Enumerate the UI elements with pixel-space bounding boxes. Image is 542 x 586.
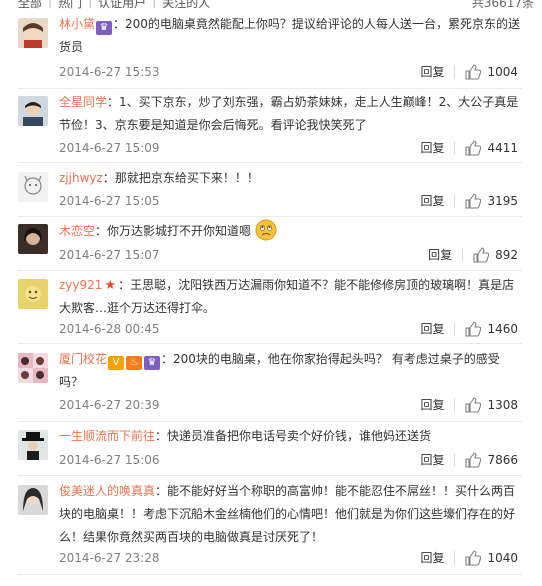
comment-username[interactable]: 厦门校花 xyxy=(59,352,107,366)
comment-timestamp: 2014-6-27 23:28 xyxy=(59,551,160,565)
comment-item: 厦门校花 V ♨ ♛ ：200块的电脑桌，他在你家抬得起头吗？ 有考虑过桌子的感受吗？ … xyxy=(0,352,542,423)
reply-button[interactable]: 回复 xyxy=(420,192,444,210)
comment-timestamp: 2014-6-27 15:09 xyxy=(59,141,160,155)
divider xyxy=(18,162,522,163)
tab-verified[interactable]: 认证用户 xyxy=(98,0,146,10)
tab-all[interactable]: 全部 xyxy=(18,0,42,10)
comment-filter-bar: 全部 | 热门 | 认证用户 | 关注的人 共36617条 xyxy=(0,0,542,10)
divider xyxy=(18,574,522,575)
like-count: 892 xyxy=(495,248,518,262)
reply-button[interactable]: 回复 xyxy=(420,139,444,157)
comment-timestamp: 2014-6-28 00:45 xyxy=(59,322,160,336)
comment-item: 俊美迷人的唤真真：能不能好好当个称职的高富帅！能不能忍住不屌丝！！买什么两百块的… xyxy=(0,484,542,575)
like-count: 1040 xyxy=(487,551,518,565)
divider xyxy=(18,343,522,344)
thumbs-up-icon[interactable] xyxy=(465,452,482,468)
comment-total-count: 共36617条 xyxy=(471,0,534,10)
v-badge-icon: V xyxy=(108,356,125,370)
divider xyxy=(18,216,522,217)
comment-text: 快递员准备把你电话号卖个好价钱，谁他妈还送货 xyxy=(167,429,432,443)
comment-timestamp: 2014-6-27 15:05 xyxy=(59,194,160,208)
like-count: 4411 xyxy=(487,141,518,155)
comment-username[interactable]: zyy921 xyxy=(59,278,102,292)
comment-text: 1、买下京东，炒了刘东强，霸占奶茶妹妹，走上人生巅峰！2、大公子真是节俭！3、京… xyxy=(59,95,519,132)
comment-text: 200的电脑桌竟然能配上你吗？提议给评论的人每人送一台，累死京东的送货员 xyxy=(59,17,520,54)
like-count: 1004 xyxy=(487,65,518,79)
star-icon: ★ xyxy=(104,278,117,293)
comment-username[interactable]: 林小黛 xyxy=(59,17,95,31)
tab-following[interactable]: 关注的人 xyxy=(162,0,210,10)
avatar[interactable] xyxy=(18,485,48,515)
like-count: 1460 xyxy=(487,322,518,336)
comment-timestamp: 2014-6-27 15:06 xyxy=(59,453,160,467)
avatar[interactable] xyxy=(18,172,48,202)
avatar[interactable] xyxy=(18,353,48,383)
avatar[interactable] xyxy=(18,279,48,309)
face-emoji-icon xyxy=(255,219,277,241)
avatar[interactable] xyxy=(18,18,48,48)
comment-item: 林小黛 ♛ ：200的电脑桌竟然能配上你吗？提议给评论的人每人送一台，累死京东的送货… xyxy=(0,17,542,89)
comment-item: zjjhwyz：那就把京东给买下来！！！ 2014-6-27 15:05 回复 … xyxy=(0,171,542,217)
thumbs-up-icon[interactable] xyxy=(465,321,482,337)
flame-badge-icon: ♨ xyxy=(126,356,143,370)
comment-username[interactable]: 木恋空 xyxy=(59,224,95,238)
thumbs-up-icon[interactable] xyxy=(473,247,490,263)
divider xyxy=(18,475,522,476)
reply-button[interactable]: 回复 xyxy=(428,246,452,264)
divider xyxy=(18,270,522,271)
comment-timestamp: 2014-6-27 15:53 xyxy=(59,65,160,79)
avatar[interactable] xyxy=(18,96,48,126)
thumbs-up-icon[interactable] xyxy=(465,550,482,566)
reply-button[interactable]: 回复 xyxy=(420,320,444,338)
avatar[interactable] xyxy=(18,224,48,254)
divider xyxy=(18,88,522,89)
vip-badge-icon: ♛ xyxy=(144,356,161,370)
comment-timestamp: 2014-6-27 20:39 xyxy=(59,398,160,412)
filter-tabs: 全部 | 热门 | 认证用户 | 关注的人 xyxy=(18,0,210,10)
reply-button[interactable]: 回复 xyxy=(420,451,444,469)
comment-item: 一生顺流而下前往：快递员准备把你电话号卖个好价钱，谁他妈还送货 2014-6-2… xyxy=(0,429,542,476)
comment-item: 全星同学：1、买下京东，炒了刘东强，霸占奶茶妹妹，走上人生巅峰！2、大公子真是节… xyxy=(0,95,542,163)
comment-timestamp: 2014-6-27 15:07 xyxy=(59,248,160,262)
comment-item: 木恋空：你万达影城打不开你知道嗯 2014-6-27 15:07 回复 892 xyxy=(0,219,542,271)
tab-hot[interactable]: 热门 xyxy=(58,0,82,10)
thumbs-up-icon[interactable] xyxy=(465,193,482,209)
vip-badge-icon: ♛ xyxy=(96,21,113,35)
comment-username[interactable]: 俊美迷人的唤真真 xyxy=(59,484,155,498)
comment-item: zyy921 ★ ：王思聪，沈阳铁西万达漏雨你知道不？能不能修修房顶的玻璃啊！真是店… xyxy=(0,278,542,345)
comment-username[interactable]: 一生顺流而下前往 xyxy=(59,429,155,443)
divider xyxy=(18,421,522,422)
like-count: 1308 xyxy=(487,398,518,412)
reply-button[interactable]: 回复 xyxy=(420,549,444,567)
reply-button[interactable]: 回复 xyxy=(420,396,444,414)
thumbs-up-icon[interactable] xyxy=(465,64,482,80)
comment-text: 那就把京东给买下来！！！ xyxy=(114,171,259,185)
reply-button[interactable]: 回复 xyxy=(420,63,444,81)
comment-username[interactable]: zjjhwyz xyxy=(59,171,103,185)
like-count: 7866 xyxy=(487,453,518,467)
thumbs-up-icon[interactable] xyxy=(465,140,482,156)
like-count: 3195 xyxy=(487,194,518,208)
comment-username[interactable]: 全星同学 xyxy=(59,95,107,109)
comment-text: 你万达影城打不开你知道嗯 xyxy=(107,224,252,238)
thumbs-up-icon[interactable] xyxy=(465,397,482,413)
avatar[interactable] xyxy=(18,430,48,460)
